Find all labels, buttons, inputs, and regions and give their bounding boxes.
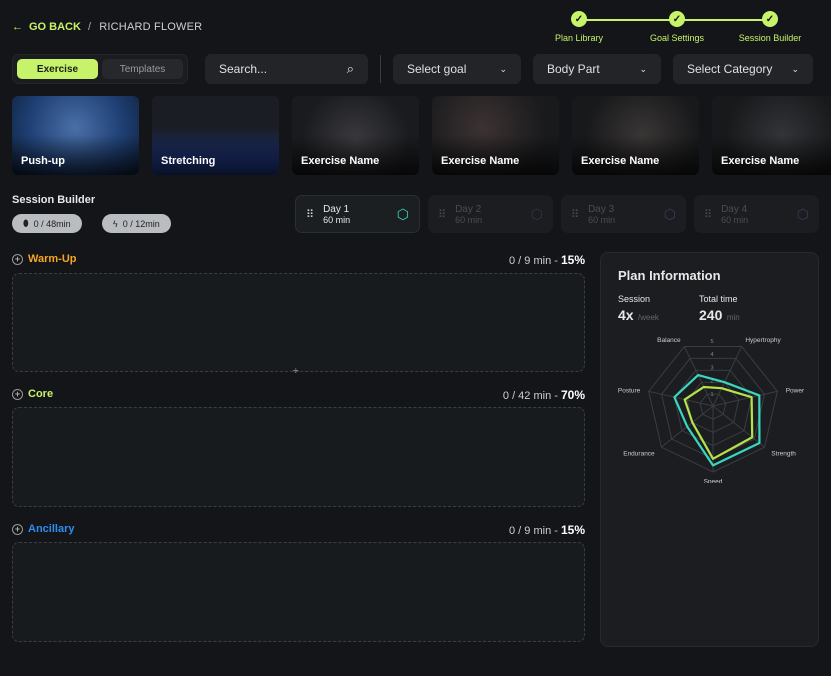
step-session-builder[interactable]: Session Builder: [739, 33, 802, 43]
chevron-down-icon: ⌄: [639, 63, 647, 74]
day-tab-1[interactable]: ⠿ Day 1 60 min ⬡: [295, 195, 420, 233]
radar-spoke: [712, 346, 743, 407]
drag-handle-icon[interactable]: ⠿: [704, 208, 712, 221]
arrow-left-icon: ←: [12, 21, 23, 33]
intensity-time-pill: ϟ0 / 12min: [102, 214, 171, 233]
exercise-card[interactable]: Exercise Name: [432, 96, 559, 175]
exercise-card[interactable]: Push-up: [12, 96, 139, 175]
bolt-icon: ϟ: [113, 218, 118, 229]
goal-select[interactable]: Select goal ⌄: [393, 54, 521, 84]
day-tab-3[interactable]: ⠿ Day 3 60 min ⬡: [561, 195, 686, 233]
core-dropzone[interactable]: [12, 407, 585, 507]
section-warm-up[interactable]: + Warm-Up: [12, 253, 76, 265]
go-back-link[interactable]: ← GO BACK: [12, 21, 81, 33]
section-core[interactable]: + Core: [12, 388, 53, 400]
divider: [380, 55, 381, 83]
radar-tick-label: 1: [710, 392, 713, 398]
radar-axis-label: Hypertrophy: [745, 337, 781, 344]
ancillary-stat: 0 / 9 min - 15%: [509, 523, 585, 537]
section-ancillary[interactable]: + Ancillary: [12, 523, 74, 535]
check-icon[interactable]: ✓: [762, 11, 778, 27]
time-label: Total time: [699, 294, 738, 304]
radar-axis-label: Balance: [657, 337, 681, 344]
radar-axis-label: Speed: [704, 479, 723, 483]
step-plan-library[interactable]: Plan Library: [555, 33, 603, 43]
radar-tick-label: 4: [710, 352, 713, 358]
drag-handle-icon[interactable]: ⠿: [571, 208, 579, 221]
plan-title: Plan Information: [618, 268, 721, 283]
plus-circle-icon[interactable]: +: [12, 388, 23, 400]
radar-thumbnail-icon: ⬡: [530, 205, 543, 222]
ancillary-dropzone[interactable]: [12, 542, 585, 642]
drag-handle-icon[interactable]: ⠿: [438, 208, 446, 221]
drag-handle-icon[interactable]: ⠿: [306, 208, 314, 221]
exercise-card[interactable]: Stretching: [152, 96, 279, 175]
core-stat: 0 / 42 min - 70%: [502, 388, 585, 402]
plus-circle-icon[interactable]: +: [12, 253, 23, 265]
breadcrumb: / RICHARD FLOWER: [88, 21, 203, 33]
plus-circle-icon[interactable]: +: [12, 523, 23, 535]
mode-toggle: Exercise Templates: [12, 54, 188, 84]
shield-icon: ⬮: [23, 218, 29, 228]
check-icon[interactable]: ✓: [571, 11, 587, 27]
exercise-card[interactable]: Exercise Name: [292, 96, 419, 175]
check-icon[interactable]: ✓: [669, 11, 685, 27]
search-input[interactable]: Search... ⌕: [205, 54, 368, 84]
radar-series: [683, 385, 754, 460]
radar-tick-label: 5: [710, 339, 713, 345]
radar-thumbnail-icon: ⬡: [796, 205, 809, 222]
radar-tick-label: 3: [710, 365, 713, 371]
category-select[interactable]: Select Category ⌄: [673, 54, 813, 84]
day-tab-2[interactable]: ⠿ Day 2 60 min ⬡: [428, 195, 553, 233]
radar-axis-label: Strength: [771, 450, 796, 457]
radar-chart: Speed Strength Power Hypertrophy Balance Post…: [618, 337, 805, 483]
session-builder-title: Session Builder: [12, 194, 96, 206]
search-icon: ⌕: [346, 61, 354, 76]
day-tab-4[interactable]: ⠿ Day 4 60 min ⬡: [694, 195, 819, 233]
body-part-select[interactable]: Body Part ⌄: [533, 54, 661, 84]
radar-thumbnail-icon: ⬡: [396, 205, 409, 222]
warm-up-dropzone[interactable]: [12, 273, 585, 372]
exercise-card[interactable]: Exercise Name: [572, 96, 699, 175]
step-goal-settings[interactable]: Goal Settings: [650, 33, 704, 43]
chevron-down-icon: ⌄: [791, 63, 799, 74]
plan-information-panel: Plan Information Session 4x /week Total …: [600, 252, 819, 647]
warmup-time-pill: ⬮ 0 / 48min: [12, 214, 82, 233]
radar-axis-label: Posture: [618, 387, 641, 394]
radar-axis-label: Endurance: [623, 450, 655, 457]
tab-exercise[interactable]: Exercise: [17, 59, 98, 79]
radar-thumbnail-icon: ⬡: [663, 205, 676, 222]
warm-up-stat: 0 / 9 min - 15%: [509, 253, 585, 267]
resize-handle-icon[interactable]: ÷: [293, 366, 299, 377]
tab-templates[interactable]: Templates: [102, 59, 183, 79]
session-label: Session: [618, 294, 651, 304]
chevron-down-icon: ⌄: [499, 63, 507, 74]
radar-axis-label: Power: [786, 387, 805, 394]
exercise-card[interactable]: Exercise Name: [712, 96, 831, 175]
